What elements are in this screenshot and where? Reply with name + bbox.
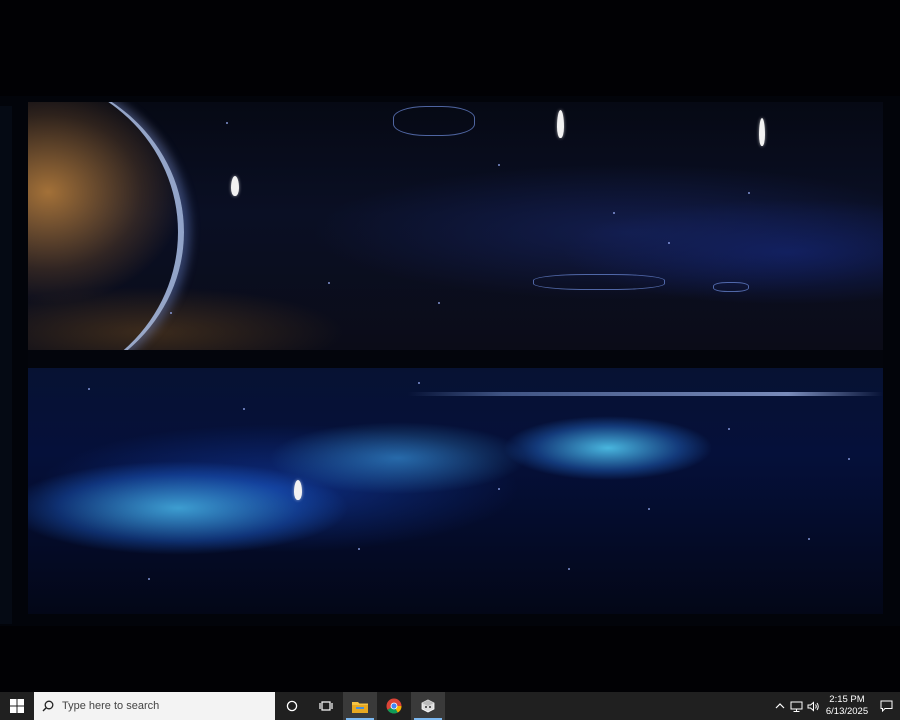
chrome-button[interactable] — [377, 692, 411, 720]
system-tray: 2:15 PM 6/13/2025 — [771, 692, 900, 720]
star — [226, 122, 228, 124]
cortana-button[interactable] — [275, 692, 309, 720]
star — [648, 508, 650, 510]
game-app-icon — [421, 699, 435, 713]
star — [358, 548, 360, 550]
show-hidden-icons-button[interactable] — [771, 692, 788, 720]
star — [88, 388, 90, 390]
star — [728, 428, 730, 430]
chrome-icon — [386, 698, 402, 714]
network-button[interactable] — [788, 692, 805, 720]
file-explorer-button[interactable] — [343, 692, 377, 720]
volume-icon — [807, 700, 819, 712]
notification-center-button[interactable] — [872, 692, 900, 720]
star — [568, 568, 570, 570]
game-scene-bottom[interactable] — [28, 368, 883, 614]
clock[interactable]: 2:15 PM 6/13/2025 — [822, 694, 872, 718]
task-view-icon — [319, 701, 333, 711]
nebula-streak — [408, 392, 883, 396]
chevron-up-icon — [775, 703, 784, 709]
space-cloud — [393, 106, 475, 136]
start-button[interactable] — [0, 692, 34, 720]
taskbar: 2:15 PM 6/13/2025 — [0, 692, 900, 720]
clock-date: 6/13/2025 — [825, 706, 869, 717]
network-icon — [790, 701, 803, 712]
file-explorer-icon — [352, 701, 368, 713]
ship-icon[interactable] — [759, 118, 765, 146]
star — [498, 164, 500, 166]
star — [148, 578, 150, 580]
task-view-button[interactable] — [309, 692, 343, 720]
planet-ring-arc — [28, 102, 184, 350]
star — [418, 382, 420, 384]
game-app-button[interactable] — [411, 692, 445, 720]
notification-icon — [880, 700, 892, 712]
star — [438, 302, 440, 304]
search-box[interactable] — [34, 692, 275, 720]
volume-button[interactable] — [805, 692, 822, 720]
search-icon — [42, 700, 54, 712]
star — [328, 282, 330, 284]
scene-divider — [28, 350, 883, 368]
star — [170, 312, 172, 314]
space-cloud — [713, 282, 749, 292]
game-window[interactable] — [0, 96, 900, 626]
star — [498, 488, 500, 490]
star — [668, 242, 670, 244]
star — [848, 458, 850, 460]
space-cloud — [533, 274, 665, 290]
star — [243, 408, 245, 410]
search-input[interactable] — [60, 699, 264, 713]
star — [613, 212, 615, 214]
cortana-icon — [286, 700, 298, 712]
window-side-edge — [0, 106, 12, 624]
star — [808, 538, 810, 540]
clock-time: 2:15 PM — [829, 694, 865, 705]
ship-icon[interactable] — [294, 480, 302, 500]
game-scene-top[interactable] — [28, 102, 883, 350]
ship-icon[interactable] — [231, 176, 239, 196]
ship-icon[interactable] — [557, 110, 564, 138]
windows-logo-icon — [10, 699, 24, 713]
star — [748, 192, 750, 194]
